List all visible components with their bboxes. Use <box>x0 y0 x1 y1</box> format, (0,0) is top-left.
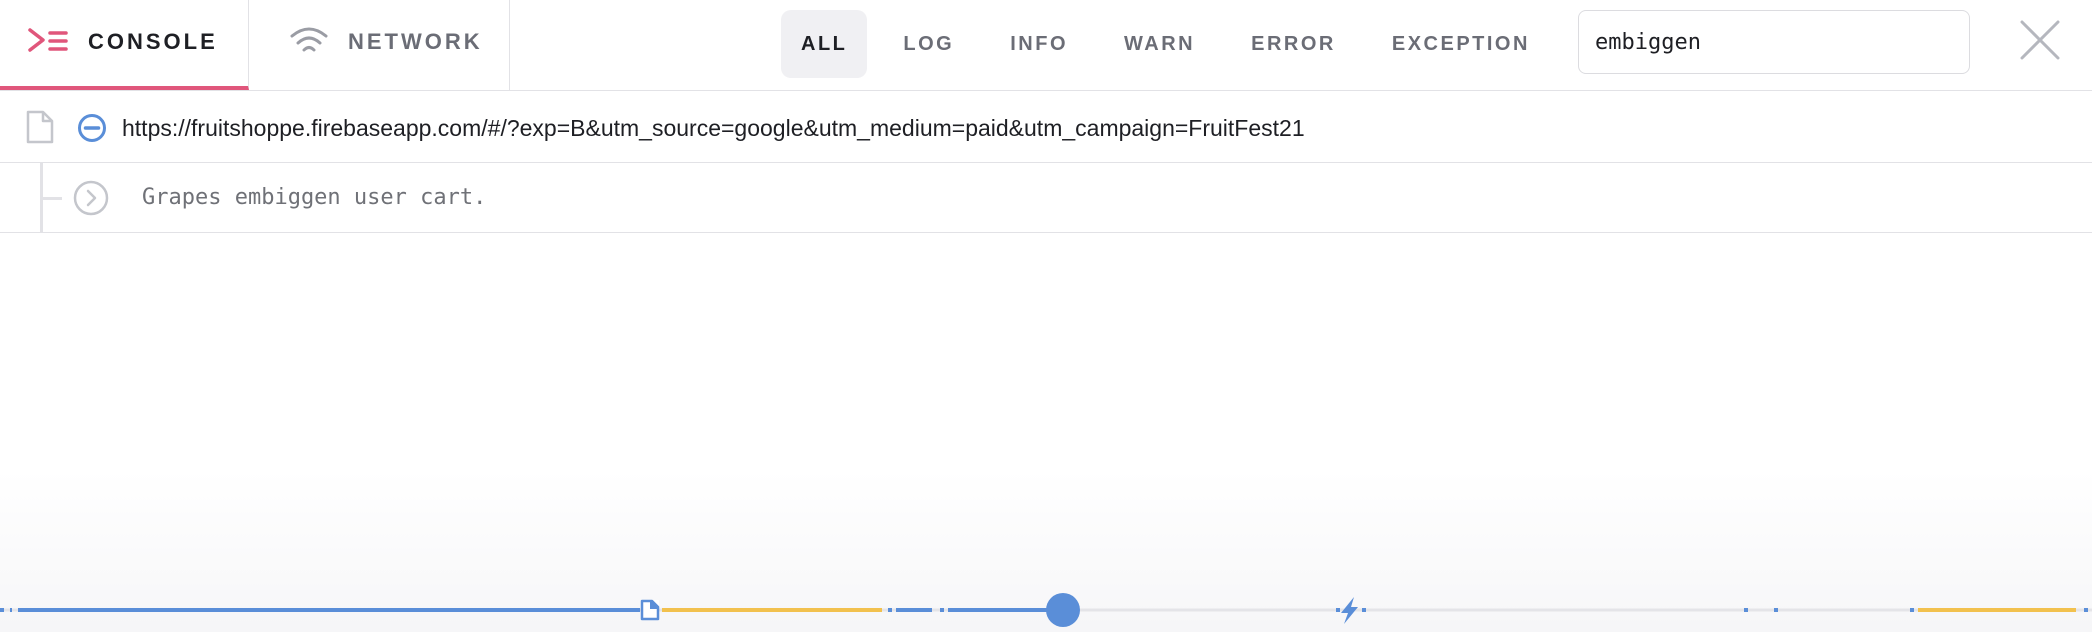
filter-error[interactable]: ERROR <box>1231 10 1356 78</box>
timeline[interactable] <box>0 580 2092 632</box>
log-message-text: Grapes embiggen user cart. <box>142 185 487 210</box>
tree-branch <box>40 197 62 200</box>
devtools-header: CONSOLE NETWORK ALL LOG INFO WARN ERROR … <box>0 0 2092 91</box>
navigation-url: https://fruitshoppe.firebaseapp.com/#/?e… <box>122 115 1305 141</box>
close-icon <box>2016 20 2064 68</box>
filter-exception[interactable]: EXCEPTION <box>1372 10 1550 78</box>
jump-icon[interactable] <box>72 179 110 222</box>
filter-info[interactable]: INFO <box>990 10 1088 78</box>
search-input[interactable] <box>1578 10 1970 74</box>
log-row-navigation: https://fruitshoppe.firebaseapp.com/#/?e… <box>0 91 2092 163</box>
tab-console-label: CONSOLE <box>88 29 218 54</box>
tab-network[interactable]: NETWORK <box>249 0 510 90</box>
page-icon[interactable] <box>640 599 660 621</box>
tab-console[interactable]: CONSOLE <box>0 0 249 90</box>
wifi-icon <box>289 24 329 63</box>
filter-all[interactable]: ALL <box>781 10 868 78</box>
tab-network-label: NETWORK <box>348 29 483 54</box>
block-icon <box>77 113 107 148</box>
playhead-icon[interactable] <box>1046 593 1080 627</box>
console-icon <box>28 27 68 62</box>
close-button[interactable] <box>2016 16 2064 64</box>
filter-warn[interactable]: WARN <box>1104 10 1215 78</box>
filter-log[interactable]: LOG <box>883 10 974 78</box>
file-icon <box>24 110 56 149</box>
level-filters: ALL LOG INFO WARN ERROR EXCEPTION <box>781 10 1566 78</box>
log-row-message: Grapes embiggen user cart. <box>0 163 2092 233</box>
